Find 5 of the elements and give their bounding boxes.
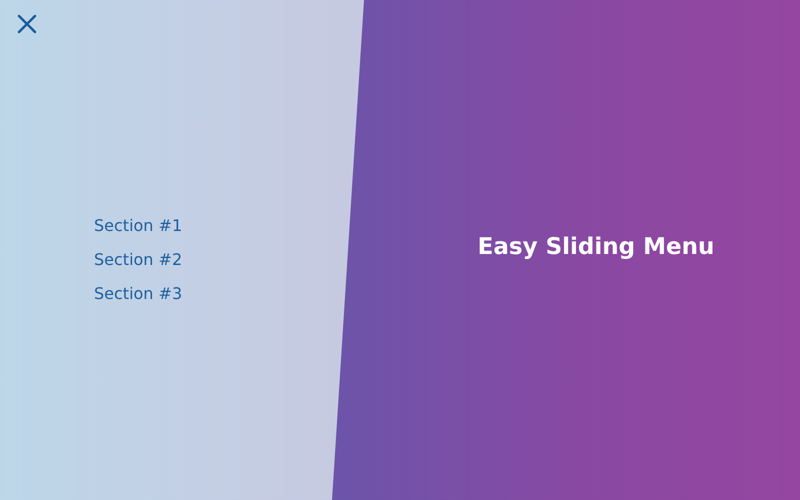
menu-link[interactable]: Section #3 bbox=[94, 283, 182, 305]
close-icon[interactable] bbox=[17, 14, 37, 34]
menu-link[interactable]: Section #1 bbox=[94, 215, 182, 237]
menu-link[interactable]: Section #2 bbox=[94, 249, 182, 271]
page-title: Easy Sliding Menu bbox=[478, 234, 714, 260]
